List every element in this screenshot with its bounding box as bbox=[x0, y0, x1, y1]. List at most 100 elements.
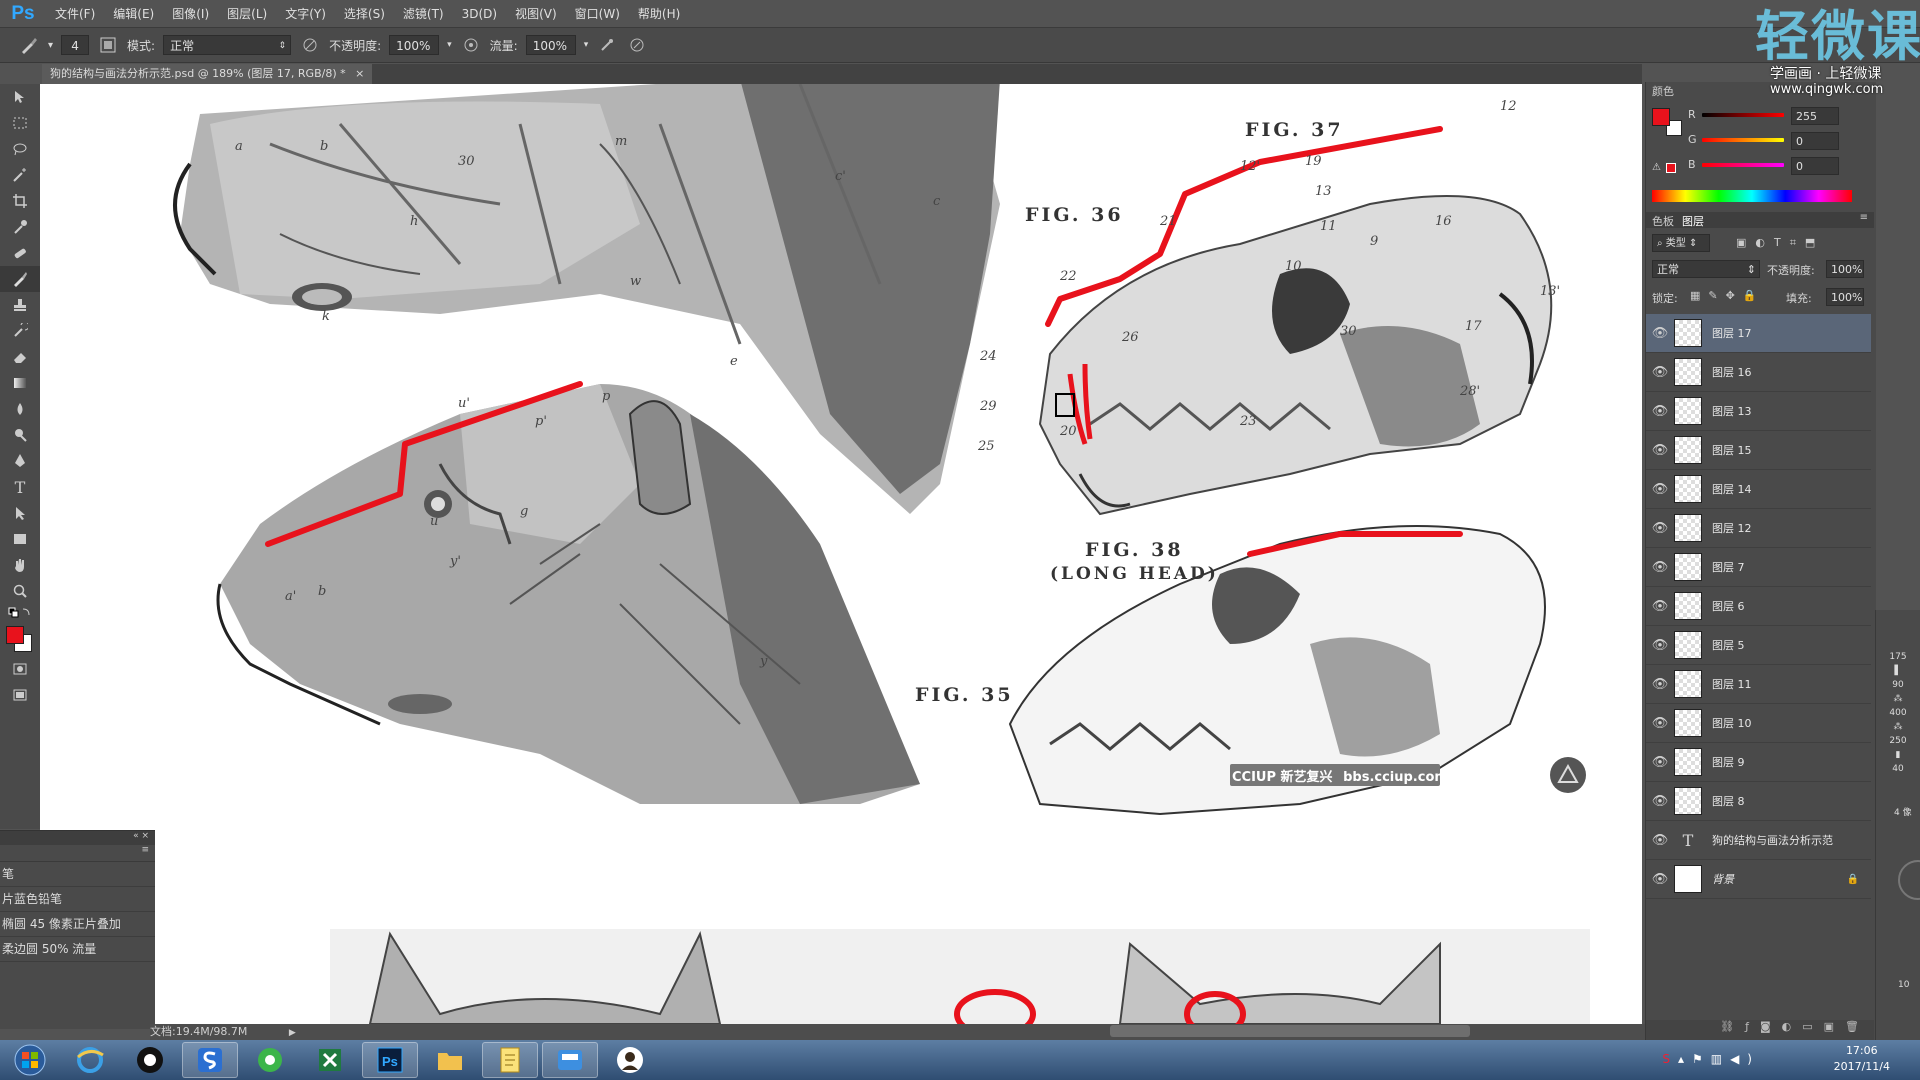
menu-filter[interactable]: 滤镜(T) bbox=[394, 5, 453, 22]
gamut-color-chip[interactable] bbox=[1666, 163, 1676, 173]
notes-app-icon[interactable] bbox=[482, 1042, 538, 1078]
brush-preset-item[interactable]: 椭圆 45 像素正片叠加 bbox=[0, 912, 155, 937]
visibility-eye-icon[interactable]: 👁 bbox=[1646, 521, 1674, 536]
show-hidden-icons[interactable]: ▴ bbox=[1678, 1052, 1692, 1066]
menu-window[interactable]: 窗口(W) bbox=[566, 5, 629, 22]
layer-row[interactable]: 👁图层 9 bbox=[1646, 743, 1871, 782]
input-method-icon[interactable]: S bbox=[1662, 1052, 1678, 1066]
menu-view[interactable]: 视图(V) bbox=[506, 5, 566, 22]
brush-angle-dial[interactable] bbox=[1898, 860, 1920, 900]
visibility-eye-icon[interactable]: 👁 bbox=[1646, 677, 1674, 692]
news-app-icon[interactable] bbox=[542, 1042, 598, 1078]
visibility-eye-icon[interactable]: 👁 bbox=[1646, 833, 1674, 848]
layer-row[interactable]: 👁图层 7 bbox=[1646, 548, 1871, 587]
menu-edit[interactable]: 编辑(E) bbox=[104, 5, 163, 22]
rectangle-tool-icon[interactable] bbox=[0, 526, 40, 552]
layer-filter-icons[interactable]: ▣◐T⌗⬒ bbox=[1736, 236, 1824, 250]
brush-size-picker[interactable]: 4 bbox=[61, 35, 89, 55]
opacity-dropdown-icon[interactable]: ▾ bbox=[447, 40, 452, 50]
layer-row[interactable]: 👁背景🔒 bbox=[1646, 860, 1871, 899]
color-spectrum-bar[interactable] bbox=[1652, 190, 1852, 202]
visibility-eye-icon[interactable]: 👁 bbox=[1646, 443, 1674, 458]
menu-image[interactable]: 图像(I) bbox=[163, 5, 218, 22]
photoshop-taskbar-icon[interactable]: Ps bbox=[362, 1042, 418, 1078]
layer-row[interactable]: 👁图层 8 bbox=[1646, 782, 1871, 821]
menu-type[interactable]: 文字(Y) bbox=[276, 5, 335, 22]
layer-row[interactable]: 👁图层 6 bbox=[1646, 587, 1871, 626]
lock-icons[interactable]: ▦✎✥🔒 bbox=[1690, 289, 1765, 302]
dropdown-arrow-icon[interactable]: ▾ bbox=[48, 40, 53, 51]
brush-preset-item[interactable]: 柔边圆 50% 流量 bbox=[0, 937, 155, 962]
excel-icon[interactable] bbox=[302, 1042, 358, 1078]
volume-icon[interactable]: ◀) bbox=[1730, 1052, 1760, 1066]
b-slider[interactable] bbox=[1702, 163, 1784, 167]
default-colors-icon[interactable] bbox=[0, 604, 40, 622]
network-icon[interactable]: ▥ bbox=[1711, 1052, 1730, 1066]
brush-panel-toggle-icon[interactable] bbox=[97, 34, 119, 56]
menu-help[interactable]: 帮助(H) bbox=[629, 5, 689, 22]
visibility-eye-icon[interactable]: 👁 bbox=[1646, 755, 1674, 770]
history-brush-tool-icon[interactable] bbox=[0, 318, 40, 344]
browser-app-icon[interactable] bbox=[242, 1042, 298, 1078]
layer-row[interactable]: 👁图层 17 bbox=[1646, 314, 1871, 353]
panel-menu-icon[interactable]: ≡ bbox=[1860, 212, 1868, 223]
layer-row[interactable]: 👁图层 16 bbox=[1646, 353, 1871, 392]
g-slider[interactable] bbox=[1702, 138, 1784, 142]
screen-mode-icon[interactable] bbox=[0, 682, 40, 708]
layer-row[interactable]: 👁图层 14 bbox=[1646, 470, 1871, 509]
layer-blend-mode-select[interactable]: 正常⇕ bbox=[1652, 260, 1760, 278]
type-tool-icon[interactable]: T bbox=[0, 474, 40, 500]
color-panel-tab[interactable]: 颜色 bbox=[1652, 83, 1674, 99]
crop-tool-icon[interactable] bbox=[0, 188, 40, 214]
layer-row[interactable]: 👁图层 13 bbox=[1646, 392, 1871, 431]
menu-select[interactable]: 选择(S) bbox=[335, 5, 394, 22]
color-swatches[interactable] bbox=[0, 622, 40, 656]
r-slider[interactable] bbox=[1702, 113, 1784, 117]
flow-dropdown-icon[interactable]: ▾ bbox=[584, 40, 589, 50]
move-tool-icon[interactable] bbox=[0, 84, 40, 110]
layer-row[interactable]: 👁图层 15 bbox=[1646, 431, 1871, 470]
panel-menu-icon[interactable]: ≡ bbox=[0, 845, 155, 862]
dodge-tool-icon[interactable] bbox=[0, 422, 40, 448]
layer-row[interactable]: 👁图层 5 bbox=[1646, 626, 1871, 665]
eyedropper-tool-icon[interactable] bbox=[0, 214, 40, 240]
visibility-eye-icon[interactable]: 👁 bbox=[1646, 404, 1674, 419]
quick-mask-icon[interactable] bbox=[0, 656, 40, 682]
file-explorer-icon[interactable] bbox=[422, 1042, 478, 1078]
ie-browser-icon[interactable] bbox=[62, 1042, 118, 1078]
r-input[interactable]: 255 bbox=[1791, 107, 1839, 125]
avatar-app-icon[interactable] bbox=[602, 1042, 658, 1078]
system-tray-icons[interactable]: S▴⚑▥◀) bbox=[1662, 1052, 1760, 1066]
visibility-eye-icon[interactable]: 👁 bbox=[1646, 716, 1674, 731]
mode-select[interactable]: 正常 ⇕ bbox=[163, 35, 291, 55]
layer-row[interactable]: 👁图层 12 bbox=[1646, 509, 1871, 548]
brush-preset-item[interactable]: 笔 bbox=[0, 862, 155, 887]
visibility-eye-icon[interactable]: 👁 bbox=[1646, 482, 1674, 497]
eraser-tool-icon[interactable] bbox=[0, 344, 40, 370]
visibility-eye-icon[interactable]: 👁 bbox=[1646, 560, 1674, 575]
airbrush-icon[interactable] bbox=[596, 34, 618, 56]
document-canvas[interactable]: FIG. 36 FIG. 37 FIG. 38 (LONG HEAD) FIG.… bbox=[40, 84, 1642, 1024]
visibility-eye-icon[interactable]: 👁 bbox=[1646, 638, 1674, 653]
menu-file[interactable]: 文件(F) bbox=[46, 5, 104, 22]
visibility-eye-icon[interactable]: 👁 bbox=[1646, 365, 1674, 380]
magic-wand-tool-icon[interactable] bbox=[0, 162, 40, 188]
visibility-eye-icon[interactable]: 👁 bbox=[1646, 872, 1674, 887]
gradient-tool-icon[interactable] bbox=[0, 370, 40, 396]
pressure-opacity-icon[interactable] bbox=[299, 34, 321, 56]
healing-brush-tool-icon[interactable] bbox=[0, 240, 40, 266]
sogou-app-icon[interactable] bbox=[182, 1042, 238, 1078]
lasso-tool-icon[interactable] bbox=[0, 136, 40, 162]
horizontal-scrollbar[interactable] bbox=[1110, 1025, 1470, 1037]
visibility-eye-icon[interactable]: 👁 bbox=[1646, 599, 1674, 614]
foreground-color-chip[interactable] bbox=[1652, 108, 1670, 126]
gamut-warning-icon[interactable]: ⚠ bbox=[1652, 162, 1661, 173]
swatches-tab[interactable]: 色板 bbox=[1652, 213, 1674, 229]
pressure-size-icon[interactable] bbox=[626, 34, 648, 56]
pressure-opacity-toggle-icon[interactable] bbox=[460, 34, 482, 56]
brush-preset-item[interactable]: 片蓝色铅笔 bbox=[0, 887, 155, 912]
layers-tab[interactable]: 图层 bbox=[1682, 213, 1704, 229]
panel-collapse-icon[interactable]: « × bbox=[0, 831, 155, 845]
marquee-tool-icon[interactable] bbox=[0, 110, 40, 136]
b-input[interactable]: 0 bbox=[1791, 157, 1839, 175]
